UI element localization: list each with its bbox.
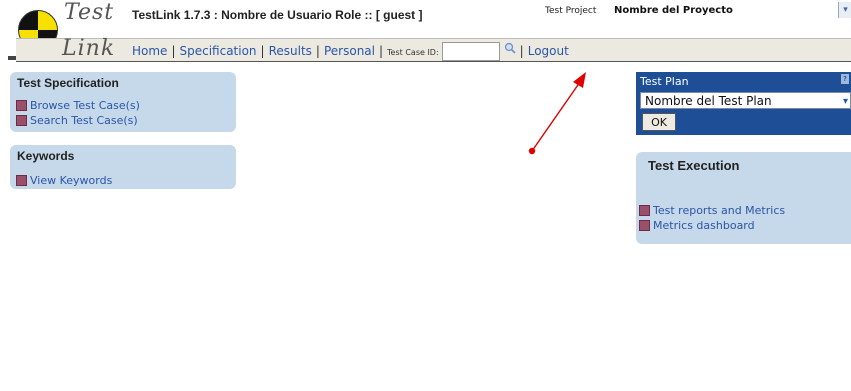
bullet-icon [639, 220, 650, 231]
test-execution-title: Test Execution [648, 158, 740, 173]
bullet-icon [16, 175, 27, 186]
logo-text-link: Link [62, 36, 116, 61]
test-plan-label: Test Plan [640, 75, 689, 88]
test-case-id-label: Test Case ID: [387, 48, 439, 57]
test-plan-ok-button[interactable]: OK [642, 113, 676, 131]
metrics-dashboard-link[interactable]: Metrics dashboard [639, 219, 785, 232]
bullet-icon [16, 100, 27, 111]
test-case-id-input[interactable] [441, 42, 500, 61]
annotation-arrow-line [531, 81, 581, 152]
nav-separator: | [519, 44, 524, 58]
bullet-icon [639, 205, 650, 216]
test-plan-selected-value: Nombre del Test Plan [645, 94, 772, 108]
search-test-cases-label: Search Test Case(s) [30, 114, 138, 127]
nav-home-link[interactable]: Home [132, 44, 167, 58]
chevron-down-icon: ▾ [842, 96, 848, 107]
test-project-name[interactable]: Nombre del Proyecto [614, 5, 733, 16]
test-plan-box: Test Plan ? Nombre del Test Plan ▾ OK [636, 72, 851, 135]
logo-text-test: Test [64, 0, 115, 25]
test-execution-panel: Test Execution Test reports and Metrics … [636, 152, 851, 244]
bullet-icon [16, 115, 27, 126]
header: Test TestLink 1.7.3 : Nombre de Usuario … [0, 0, 851, 50]
annotation-arrow-dot [528, 147, 536, 155]
keywords-panel: Keywords View Keywords [10, 145, 236, 189]
project-select-arrow-icon[interactable]: ▾ [838, 2, 851, 18]
test-specification-title: Test Specification [17, 76, 119, 90]
browse-test-cases-label: Browse Test Case(s) [30, 99, 140, 112]
annotation-arrow-head [573, 72, 586, 88]
search-test-cases-link[interactable]: Search Test Case(s) [16, 114, 140, 127]
nav-separator: | [378, 44, 384, 58]
nav-separator: | [315, 44, 320, 58]
view-keywords-label: View Keywords [30, 174, 113, 187]
nav-separator: | [171, 44, 176, 58]
keywords-title: Keywords [17, 149, 75, 163]
metrics-dashboard-label: Metrics dashboard [653, 219, 755, 232]
help-icon[interactable]: ? [841, 74, 849, 84]
browse-test-cases-link[interactable]: Browse Test Case(s) [16, 99, 140, 112]
nav-logout-link[interactable]: Logout [528, 44, 569, 58]
search-icon[interactable] [504, 42, 516, 54]
test-reports-metrics-link[interactable]: Test reports and Metrics [639, 204, 785, 217]
main-nav: Home | Specification | Results | Personal | Test… [132, 42, 569, 61]
page-title: TestLink 1.7.3 : Nombre de Usuario Role … [132, 8, 423, 22]
test-plan-select[interactable]: Nombre del Test Plan ▾ [640, 92, 851, 109]
test-project-label: Test Project [545, 6, 597, 16]
nav-personal-link[interactable]: Personal [324, 44, 375, 58]
nav-specification-link[interactable]: Specification [179, 44, 256, 58]
view-keywords-link[interactable]: View Keywords [16, 174, 112, 187]
nav-separator: | [260, 44, 265, 58]
nav-results-link[interactable]: Results [269, 44, 312, 58]
test-specification-panel: Test Specification Browse Test Case(s) S… [10, 72, 236, 132]
test-reports-metrics-label: Test reports and Metrics [653, 204, 786, 217]
